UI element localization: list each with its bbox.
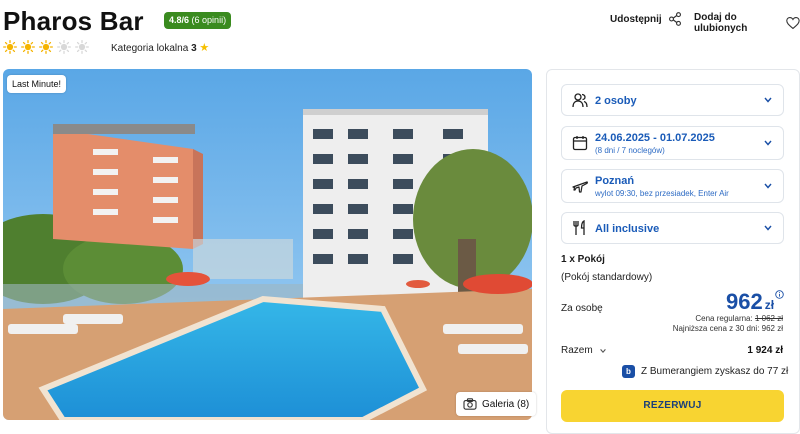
gallery-button[interactable]: Galeria (8) <box>456 392 537 416</box>
persons-select[interactable]: 2 osoby <box>561 84 784 116</box>
room-count: 1 x Pokój <box>561 254 605 265</box>
bumerang-info: b Z Bumerangiem zyskasz do 77 zł <box>622 365 788 378</box>
sun-icon-filled <box>39 40 53 54</box>
favorite-label: Dodaj do ulubionych <box>694 12 748 34</box>
booking-panel <box>546 69 800 434</box>
hotel-header: Pharos Bar 4.8/6 (6 opinii) Kategoria lo… <box>0 0 800 62</box>
cutlery-icon <box>573 220 585 235</box>
gallery-label: Galeria (8) <box>482 398 530 410</box>
price-value: 962 <box>726 289 763 314</box>
heart-icon <box>786 17 800 30</box>
persons-value: 2 osoby <box>595 95 637 107</box>
star-icon: ★ <box>199 42 210 54</box>
plane-icon <box>572 181 588 193</box>
sun-icon-filled <box>21 40 35 54</box>
dates-value: 24.06.2025 - 01.07.2025 <box>595 132 715 144</box>
last-minute-badge: Last Minute! <box>7 75 67 93</box>
share-label: Udostępnij <box>610 13 662 25</box>
price-per-person: 962 zł <box>726 289 774 315</box>
chevron-down-icon <box>764 140 772 146</box>
reserve-button[interactable]: REZERWUJ <box>561 390 784 422</box>
lowest-price-30-days: Najniższa cena z 30 dni: 962 zł <box>672 324 783 333</box>
category-label: Kategoria lokalna <box>111 43 189 54</box>
board-select[interactable]: All inclusive <box>561 212 784 244</box>
chevron-down-icon <box>599 348 606 353</box>
sun-icon-filled <box>3 40 17 54</box>
board-value: All inclusive <box>595 223 660 235</box>
share-button[interactable]: Udostępnij <box>610 12 682 26</box>
departure-select[interactable]: Poznań wylot 09:30, bez przesiadek, Ente… <box>561 169 784 203</box>
category-value: 3 <box>191 43 197 54</box>
dates-sub: (8 dni / 7 noclegów) <box>595 146 665 155</box>
hotel-photo-image <box>3 69 532 420</box>
bumerang-text: Z Bumerangiem zyskasz do 77 zł <box>641 366 789 377</box>
regular-price: Cena regularna: 1 062 zł <box>695 314 783 323</box>
hotel-photo[interactable] <box>3 69 532 420</box>
total-label: Razem <box>561 345 593 356</box>
share-icon <box>668 12 681 26</box>
regular-price-label: Cena regularna: <box>695 314 753 323</box>
chevron-down-icon <box>764 225 772 231</box>
calendar-icon <box>572 136 588 151</box>
regular-price-value: 1 062 zł <box>754 314 783 323</box>
price-currency: zł <box>764 298 775 312</box>
local-category: Kategoria lokalna 3 ★ <box>111 41 209 54</box>
chevron-down-icon <box>764 97 772 103</box>
chevron-down-icon <box>764 183 772 189</box>
room-type: (Pokój standardowy) <box>561 272 653 283</box>
total-price: 1 924 zł <box>747 345 783 356</box>
departure-value: Poznań <box>595 175 635 187</box>
rating-count: (6 opinii) <box>191 15 227 25</box>
departure-sub: wylot 09:30, bez przesiadek, Enter Air <box>595 189 729 198</box>
sun-icon-empty <box>57 40 71 54</box>
hotel-title: Pharos Bar <box>3 6 144 36</box>
total-toggle[interactable]: Razem <box>561 345 607 356</box>
rating-score: 4.8/6 <box>169 15 190 25</box>
info-icon[interactable] <box>775 290 784 299</box>
favorite-button[interactable]: Dodaj do ulubionych <box>694 12 800 34</box>
per-person-label: Za osobę <box>561 303 603 314</box>
camera-icon <box>463 398 477 410</box>
people-icon <box>572 93 588 108</box>
sun-icon-empty <box>75 40 89 54</box>
dates-select[interactable]: 24.06.2025 - 01.07.2025 (8 dni / 7 nocle… <box>561 126 784 160</box>
bumerang-icon: b <box>622 365 635 378</box>
sun-rating <box>3 40 89 54</box>
rating-badge[interactable]: 4.8/6 (6 opinii) <box>164 12 232 29</box>
